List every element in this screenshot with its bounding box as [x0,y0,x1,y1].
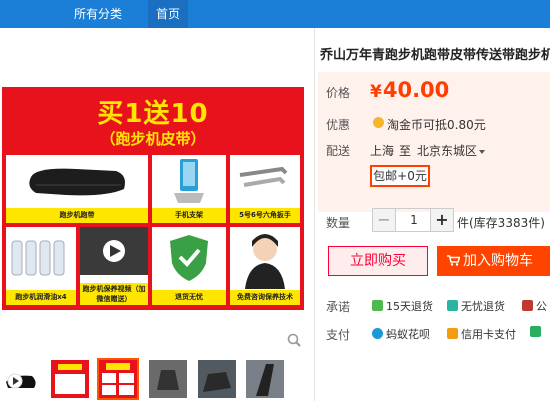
badge-icon [522,300,533,311]
credit-card-icon [447,328,458,339]
destination-select[interactable]: 北京东城区 [417,142,486,159]
delivery-label: 配送 [326,144,351,158]
top-nav: 所有分类 首页 [0,0,550,28]
commitment-15-day-return[interactable]: 15天退货 [372,298,433,314]
tile-caption: 跑步机保养视频（加微信赠送） [80,283,148,305]
payment-other[interactable] [530,326,544,339]
thumbnail-picture [246,360,284,398]
cart-icon [447,255,460,266]
stock-text: 件(库存3383件) [457,216,545,230]
thumbnail-5[interactable] [246,360,284,398]
chevron-down-icon [479,149,486,154]
thumbnail-picture [149,360,187,398]
coin-icon [373,117,384,128]
wrench-picture [239,166,288,187]
phone-holder-picture [174,159,204,203]
buy-now-button[interactable]: 立即购买 [328,246,428,276]
belt-picture [29,168,126,196]
tile-caption: 跑步机跑带 [6,208,148,223]
destination-text: 北京东城区 [417,144,478,158]
commitment-text: 15天退货 [386,300,433,313]
commitment-label: 承诺 [326,300,351,314]
column-divider [314,28,315,401]
shipping-option[interactable]: 包邮+0元 [370,165,430,187]
product-title: 乔山万年青跑步机跑带皮带传送带跑步机履带 [320,48,550,63]
commitment-text: 无忧退货 [461,300,505,313]
payment-text: 信用卡支付 [461,328,516,341]
nav-all-categories[interactable]: 所有分类 [74,0,122,28]
ship-to-word: 至 [399,144,412,158]
play-icon [80,227,148,275]
thumbnail-1[interactable] [51,360,89,398]
ship-from: 上海 [370,144,395,158]
payment-credit-card[interactable]: 信用卡支付 [447,326,516,342]
add-to-cart-button[interactable]: 加入购物车 [437,246,550,276]
worry-free-icon [447,300,458,311]
tile-caption: 跑步机润滑油x4 [6,290,76,305]
decrease-button[interactable]: − [373,209,396,231]
commitment-public[interactable]: 公 [522,298,547,314]
thumbnail-2-selected[interactable] [97,358,139,400]
promo-text: 淘金币可抵0.80元 [387,118,486,132]
currency-symbol: ¥ [370,82,382,102]
quantity-label: 数量 [326,216,351,230]
payment-icon [530,326,541,337]
payment-text: 蚂蚁花呗 [386,328,430,341]
thumbnail-picture [55,364,85,394]
thumbnail-picture [198,360,236,398]
promo-subheadline: （跑步机皮带） [100,130,206,148]
thumbnail-video[interactable] [2,360,40,398]
tile-caption: 5号6号六角扳手 [230,208,300,223]
main-product-image[interactable]: 买1送10 （跑步机皮带） 跑步机跑带 手机支架 5号6号六角扳手 跑步机润滑油… [2,87,304,310]
payment-label: 支付 [326,328,351,342]
quantity-stepper: − 1 + [372,208,454,232]
promo-tile-belt: 跑步机跑带 [6,155,148,223]
promo-headline: 买1送10 [97,99,209,129]
tile-caption: 退货无忧 [152,290,226,305]
zoom-icon[interactable] [287,333,301,347]
huabei-icon [372,328,383,339]
price-label: 价格 [326,86,351,100]
return-icon [372,300,383,311]
thumbnail-4[interactable] [198,360,236,398]
promo-tile-phone-holder: 手机支架 [152,155,226,223]
tile-caption: 手机支架 [152,208,226,223]
payment-huabei[interactable]: 蚂蚁花呗 [372,326,430,342]
agent-picture [245,234,285,289]
price-value: ¥40.00 [370,78,449,102]
promo-tile-oil: 跑步机润滑油x4 [6,227,76,305]
thumbnail-picture [102,363,134,395]
promo-tile-video: 跑步机保养视频（加微信赠送） [80,227,148,305]
thumbnail-3[interactable] [149,360,187,398]
nav-home[interactable]: 首页 [148,0,189,28]
tile-caption: 免费咨询保养技术 [230,290,300,305]
quantity-input[interactable]: 1 [396,209,432,231]
oil-bottles-picture [11,240,65,276]
commitment-text: 公 [536,300,547,313]
promo-tile-wrench: 5号6号六角扳手 [230,155,300,223]
price-amount: 40.00 [382,78,450,102]
promo-tile-consult: 免费咨询保养技术 [230,227,300,305]
promo-tile-return: 退货无忧 [152,227,226,305]
shield-icon [170,235,208,281]
commitment-worry-free[interactable]: 无忧退货 [447,298,505,314]
add-to-cart-label: 加入购物车 [463,253,533,269]
promo-label: 优惠 [326,118,351,132]
play-icon [2,360,40,398]
increase-button[interactable]: + [430,209,453,231]
